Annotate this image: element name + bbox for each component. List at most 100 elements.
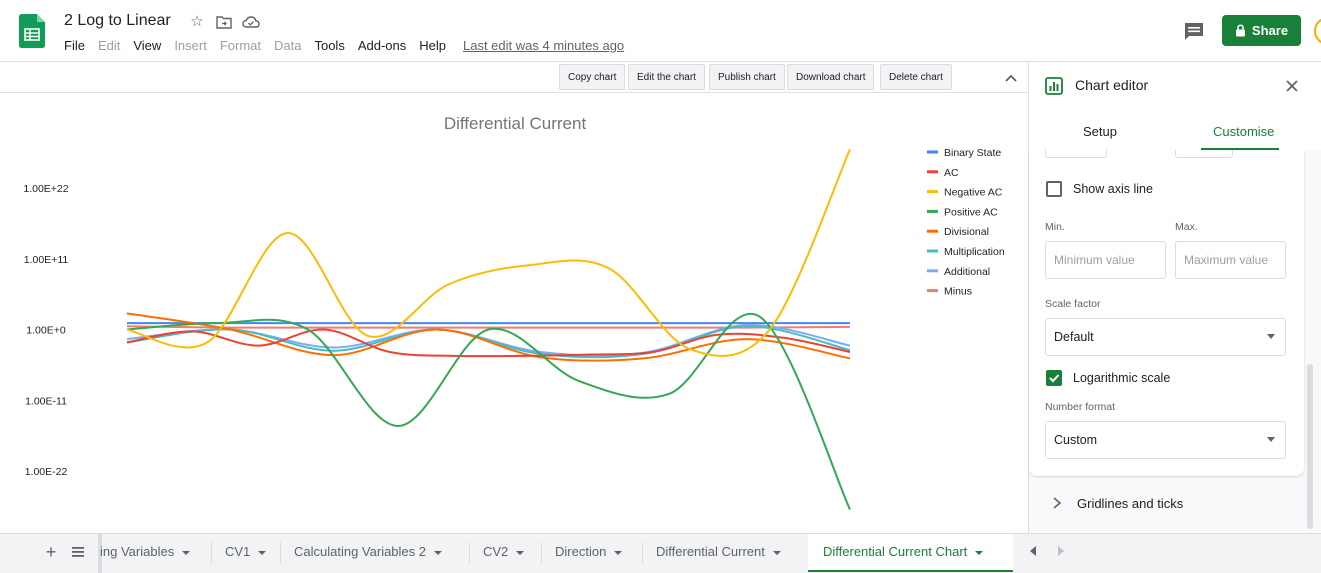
chevron-down-icon (1267, 334, 1275, 339)
legend-label[interactable]: Additional (944, 266, 990, 278)
last-edit-link[interactable]: Last edit was 4 minutes ago (463, 38, 624, 53)
share-label: Share (1251, 23, 1289, 38)
legend-label[interactable]: Negative AC (944, 187, 1003, 199)
tab-divider (280, 542, 281, 564)
menu-help[interactable]: Help (419, 38, 446, 53)
menu-format[interactable]: Format (220, 38, 261, 53)
title-icons: ☆ (188, 13, 260, 31)
sheet-tab[interactable]: Direction (543, 534, 641, 572)
publish-chart-button[interactable]: Publish chart (709, 64, 785, 90)
max-input[interactable]: Maximum value (1175, 241, 1286, 279)
sheet-tab[interactable]: CV1 (213, 534, 280, 572)
share-button[interactable]: Share (1222, 15, 1301, 46)
scale-factor-label: Scale factor (1045, 298, 1101, 310)
max-label: Max. (1175, 221, 1198, 233)
show-axis-line-label: Show axis line (1073, 182, 1153, 196)
chevron-right-icon (1053, 497, 1062, 509)
download-chart-button[interactable]: Download chart (787, 64, 875, 90)
chevron-down-icon (772, 550, 781, 555)
editor-scrollbar[interactable] (1307, 364, 1313, 529)
sheet-tab-label: CV1 (225, 544, 251, 559)
number-format-value: Custom (1054, 433, 1098, 447)
sheet-tab-bar: + ing Variables CV1 Calculating Variable… (0, 533, 1321, 573)
chevron-down-icon (1267, 437, 1275, 442)
log-scale-checkbox[interactable] (1046, 370, 1062, 386)
sheet-tab-label: CV2 (483, 544, 509, 559)
sheet-tab[interactable]: Differential Current (644, 534, 805, 572)
sheet-tab-label: Direction (555, 544, 607, 559)
star-icon[interactable]: ☆ (188, 13, 206, 31)
min-input[interactable]: Minimum value (1045, 241, 1166, 279)
sheets-logo-icon[interactable] (19, 14, 45, 48)
edit-chart-button[interactable]: Edit the chart (628, 64, 705, 90)
chart-icon (1045, 77, 1063, 95)
menu-view[interactable]: View (133, 38, 161, 53)
line-chart[interactable]: Differential Current 1.00E+22 1.00E+11 1.0… (0, 93, 1028, 533)
gridlines-label: Gridlines and ticks (1077, 496, 1184, 511)
legend-label[interactable]: Divisional (944, 226, 989, 238)
legend-swatch (927, 249, 938, 253)
chevron-down-icon (614, 550, 623, 555)
tab-setup[interactable]: Setup (1083, 124, 1117, 139)
delete-chart-button[interactable]: Delete chart (880, 64, 952, 90)
legend-swatch (927, 289, 938, 293)
editor-tabs: Setup Customise (1029, 110, 1321, 150)
menu-addons[interactable]: Add-ons (358, 38, 406, 53)
sheet-tab[interactable]: CV2 (471, 534, 540, 572)
scroll-tabs-right-icon[interactable] (1058, 546, 1064, 556)
scroll-tabs-left-icon[interactable] (1030, 546, 1036, 556)
editor-header: Chart editor (1029, 62, 1321, 110)
copy-chart-button[interactable]: Copy chart (559, 64, 626, 90)
legend-swatch (927, 170, 938, 174)
legend-label[interactable]: AC (944, 167, 959, 179)
lock-icon (1235, 24, 1245, 37)
gridlines-section-header[interactable]: Gridlines and ticks (1029, 484, 1304, 524)
sheet-tab-label: Calculating Variables 2 (294, 544, 426, 559)
sheet-tab[interactable]: Calculating Variables 2 (282, 534, 468, 572)
legend-label[interactable]: Minus (944, 286, 972, 298)
tab-divider (541, 542, 542, 564)
sheet-tab-label: Differential Current (656, 544, 765, 559)
comment-icon[interactable] (1182, 19, 1206, 43)
menu-edit[interactable]: Edit (98, 38, 120, 53)
legend-swatch (927, 229, 938, 233)
legend-label[interactable]: Multiplication (944, 246, 1005, 258)
log-scale-label: Logarithmic scale (1073, 371, 1171, 385)
y-tick-label: 1.00E-11 (25, 395, 67, 407)
top-header: 2 Log to Linear ☆ File Edit View Insert … (0, 0, 1321, 62)
chart-area[interactable]: Differential Current 1.00E+22 1.00E+11 1.0… (0, 93, 1028, 533)
move-folder-icon[interactable] (216, 15, 232, 29)
chevron-down-icon (516, 550, 525, 555)
doc-title[interactable]: 2 Log to Linear (64, 12, 171, 30)
menu-data[interactable]: Data (274, 38, 301, 53)
cloud-status-icon[interactable] (242, 15, 260, 29)
show-axis-line-checkbox[interactable] (1046, 181, 1062, 197)
y-tick-label: 1.00E+11 (24, 254, 69, 266)
number-format-select[interactable]: Custom (1045, 421, 1286, 459)
add-sheet-icon[interactable]: + (42, 543, 60, 561)
series-line-positive-ac[interactable] (126, 312, 851, 511)
label-format-stub[interactable] (1045, 150, 1107, 158)
text-color-stub[interactable] (1175, 150, 1233, 158)
menu-insert[interactable]: Insert (174, 38, 207, 53)
series-line-divisional[interactable] (126, 312, 851, 362)
y-tick-label: 1.00E-22 (25, 466, 68, 478)
y-tick-label: 1.00E+0 (26, 325, 66, 337)
close-icon[interactable] (1284, 78, 1300, 94)
sheet-tab-active[interactable]: Differential Current Chart (808, 534, 1013, 572)
sheet-tab-label: Differential Current Chart (823, 544, 968, 559)
tab-customise[interactable]: Customise (1213, 124, 1274, 139)
avatar[interactable] (1314, 17, 1321, 45)
menu-tools[interactable]: Tools (314, 38, 344, 53)
chevron-up-icon[interactable] (1003, 70, 1019, 86)
sheet-tab-label: ing Variables (100, 544, 175, 559)
scale-factor-value: Default (1054, 330, 1094, 344)
all-sheets-icon[interactable] (70, 544, 86, 560)
chart-editor-panel: Chart editor Setup Customise Show axis l… (1028, 62, 1321, 533)
legend-label[interactable]: Positive AC (944, 206, 998, 218)
legend-label[interactable]: Binary State (944, 147, 1001, 159)
vertical-axis-section: Show axis line Min. Max. Minimum value M… (1029, 150, 1304, 476)
scale-factor-select[interactable]: Default (1045, 318, 1286, 356)
sheet-tab[interactable]: ing Variables (100, 534, 210, 572)
menu-file[interactable]: File (64, 38, 85, 53)
